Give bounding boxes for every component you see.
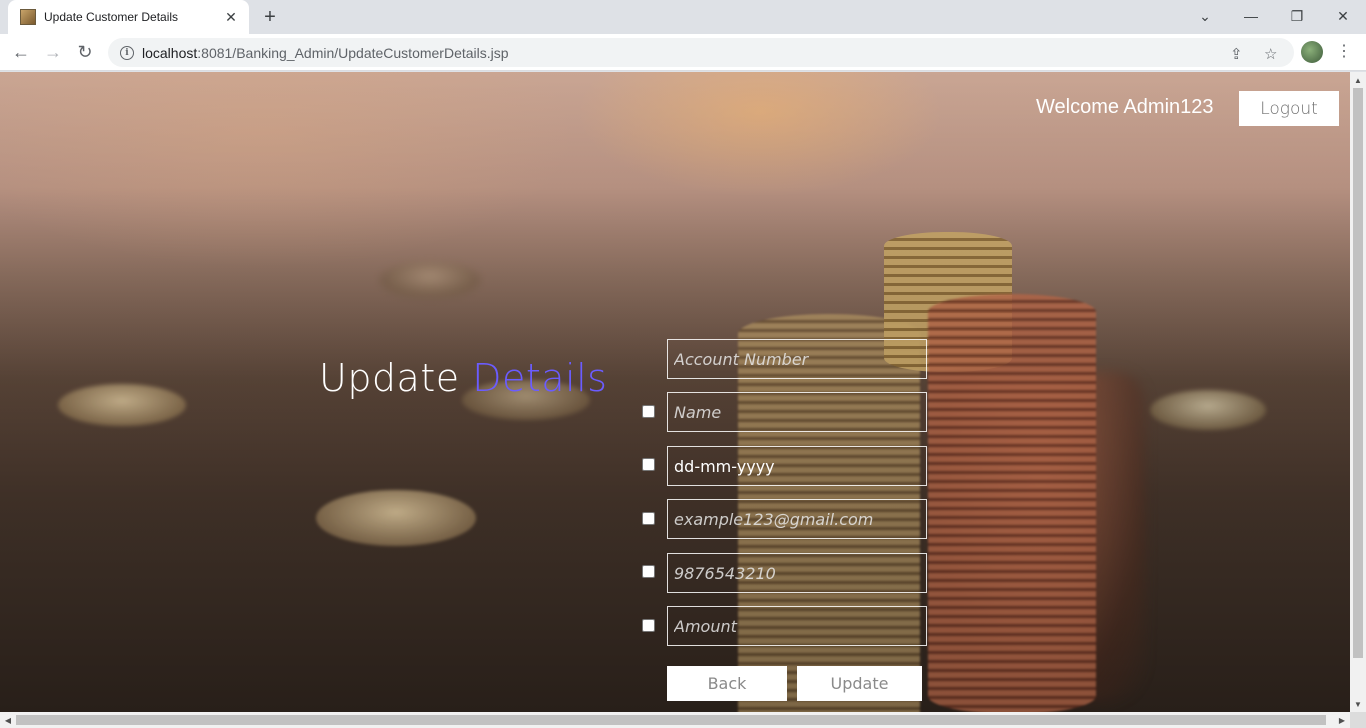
scroll-right-icon[interactable]: ▶	[1334, 712, 1350, 728]
logout-button[interactable]: Logout	[1239, 91, 1339, 126]
share-icon[interactable]: ⇪	[1230, 45, 1243, 63]
dob-input[interactable]	[667, 446, 927, 486]
favicon-icon	[20, 9, 36, 25]
scroll-down-icon[interactable]: ▼	[1350, 696, 1366, 712]
vertical-scrollbar[interactable]: ▲ ▼	[1350, 72, 1366, 712]
address-bar[interactable]: i localhost:8081/Banking_Admin/UpdateCus…	[108, 38, 1294, 67]
close-window-button[interactable]: ✕	[1328, 4, 1358, 28]
page-title-accent: Details	[472, 356, 608, 400]
name-checkbox[interactable]	[642, 405, 655, 418]
phone-input[interactable]	[667, 553, 927, 593]
tab-title: Update Customer Details	[44, 10, 179, 24]
horizontal-scroll-thumb[interactable]	[16, 715, 1326, 725]
account-number-input[interactable]	[667, 339, 927, 379]
browser-menu-icon[interactable]: ⋮	[1336, 41, 1352, 61]
url-host: localhost	[142, 44, 198, 61]
back-nav-icon[interactable]: ←	[8, 39, 34, 65]
update-button[interactable]: Update	[797, 666, 922, 701]
profile-avatar[interactable]	[1301, 41, 1323, 63]
welcome-text: Welcome Admin123	[1036, 96, 1214, 118]
page-title-part: Update	[319, 356, 473, 400]
forward-nav-icon[interactable]: →	[40, 39, 66, 65]
scrollbar-corner	[1350, 712, 1366, 728]
minimize-button[interactable]: —	[1236, 4, 1266, 28]
restore-button[interactable]: ❐	[1282, 4, 1312, 28]
back-button[interactable]: Back	[667, 666, 787, 701]
reload-icon[interactable]: ↻	[72, 39, 98, 65]
site-info-icon[interactable]: i	[120, 45, 134, 60]
tab-strip: Update Customer Details ✕ + ⌄ — ❐ ✕	[0, 0, 1366, 34]
horizontal-scrollbar[interactable]: ◀ ▶	[0, 712, 1350, 728]
page-title: Update Details	[319, 356, 607, 400]
url-path: :8081/Banking_Admin/UpdateCustomerDetail…	[197, 44, 509, 61]
amount-checkbox[interactable]	[642, 619, 655, 632]
vertical-scroll-thumb[interactable]	[1353, 88, 1363, 658]
browser-toolbar: ← → ↻ i localhost:8081/Banking_Admin/Upd…	[0, 34, 1366, 71]
scroll-left-icon[interactable]: ◀	[0, 712, 16, 728]
bookmark-star-icon[interactable]: ☆	[1264, 45, 1277, 63]
tab-update-customer-details[interactable]: Update Customer Details ✕	[8, 0, 249, 34]
tab-close-icon[interactable]: ✕	[221, 7, 241, 27]
page-viewport: Welcome Admin123 Logout Update Details B…	[0, 72, 1350, 712]
name-input[interactable]	[667, 392, 927, 432]
email-checkbox[interactable]	[642, 512, 655, 525]
new-tab-button[interactable]: +	[258, 5, 282, 29]
dob-checkbox[interactable]	[642, 458, 655, 471]
scroll-up-icon[interactable]: ▲	[1350, 72, 1366, 88]
phone-checkbox[interactable]	[642, 565, 655, 578]
amount-input[interactable]	[667, 606, 927, 646]
email-input[interactable]	[667, 499, 927, 539]
tab-search-icon[interactable]: ⌄	[1190, 4, 1220, 28]
